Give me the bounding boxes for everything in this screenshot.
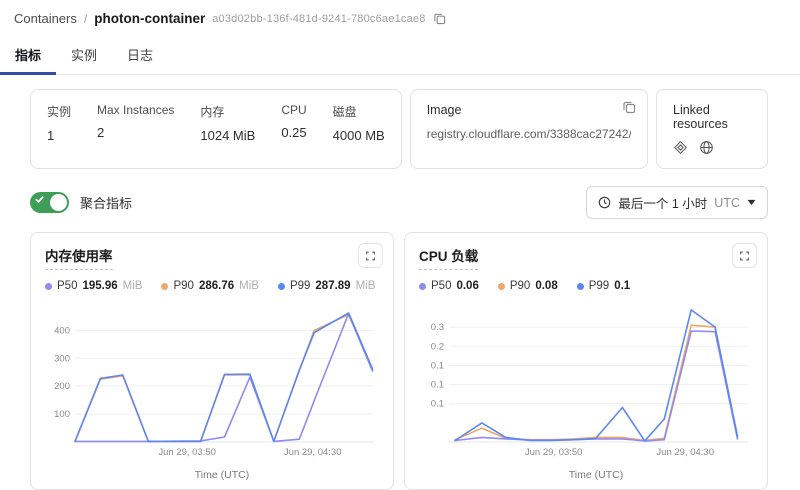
p99-dot-icon — [577, 283, 584, 290]
linked-resources-icons — [673, 140, 751, 155]
svg-text:100: 100 — [54, 409, 70, 420]
svg-text:0.3: 0.3 — [431, 322, 444, 333]
legend-item-p90[interactable]: P90 0.08 — [498, 280, 558, 292]
charts-row: 内存使用率 P50 195.96 MiB P90 286.76 MiB — [30, 232, 768, 490]
breadcrumb-container-name: photon-container — [94, 11, 205, 26]
cpu-chart-xaxis-title: Time (UTC) — [419, 469, 753, 481]
image-registry-url: registry.cloudflare.com/3388cac27242/f/9… — [427, 127, 631, 141]
chart-svg: 400 300 200 100 Jun 29, 03:50 Jun 29, 04:30 — [45, 296, 379, 468]
expand-memory-chart-button[interactable] — [358, 243, 383, 268]
cpu-load-chart-card: CPU 负载 P50 0.06 P90 0.08 — [404, 232, 768, 490]
svg-text:200: 200 — [54, 381, 70, 392]
legend-item-p99[interactable]: P99 287.89 MiB — [278, 280, 375, 292]
svg-text:0.1: 0.1 — [431, 399, 444, 410]
svg-text:Jun 29, 03:50: Jun 29, 03:50 — [158, 447, 216, 458]
tab-metrics[interactable]: 指标 — [0, 36, 56, 75]
copy-icon — [622, 100, 636, 114]
image-card: Image registry.cloudflare.com/3388cac272… — [410, 89, 648, 169]
p90-dot-icon — [498, 283, 505, 290]
memory-chart-legend: P50 195.96 MiB P90 286.76 MiB P99 287.89… — [45, 280, 379, 292]
legend-item-p90[interactable]: P90 286.76 MiB — [161, 280, 258, 292]
time-range-selector[interactable]: 最后一个 1 小时 UTC — [586, 186, 768, 219]
container-id: a03d02bb-136f-481d-9241-780c6ae1cae8 — [212, 13, 425, 25]
image-card-title: Image — [427, 103, 631, 117]
chevron-down-icon — [747, 199, 756, 206]
controls-row: 聚合指标 最后一个 1 小时 UTC — [30, 186, 768, 219]
stat-memory: 内存 1024 MiB — [200, 103, 255, 155]
p99-dot-icon — [278, 283, 285, 290]
p50-dot-icon — [45, 283, 52, 290]
legend-item-p50[interactable]: P50 195.96 MiB — [45, 280, 142, 292]
svg-text:400: 400 — [54, 325, 70, 336]
time-range-label: 最后一个 1 小时 — [618, 193, 707, 212]
svg-text:300: 300 — [54, 353, 70, 364]
cpu-chart-legend: P50 0.06 P90 0.08 P99 0.1 — [419, 280, 753, 292]
aggregate-metrics-toggle[interactable] — [30, 192, 69, 213]
stat-disk: 磁盘 4000 MB — [333, 103, 385, 155]
expand-icon — [739, 250, 750, 262]
cpu-chart-title: CPU 负载 — [419, 245, 478, 270]
linked-resources-title: Linked resources — [673, 103, 751, 131]
stat-max-instances: Max Instances 2 — [97, 103, 174, 155]
svg-text:0.1: 0.1 — [431, 360, 444, 371]
info-cards-row: 实例 1 Max Instances 2 内存 1024 MiB CPU 0.2… — [30, 89, 768, 169]
tab-logs[interactable]: 日志 — [112, 36, 168, 75]
container-stats-card: 实例 1 Max Instances 2 内存 1024 MiB CPU 0.2… — [30, 89, 402, 169]
p50-dot-icon — [419, 283, 426, 290]
legend-item-p50[interactable]: P50 0.06 — [419, 280, 479, 292]
chart-svg: 0.3 0.2 0.1 0.1 0.1 Jun 29, 03:50 Jun 29, 04:3… — [419, 296, 753, 468]
stat-cpu: CPU 0.25 — [281, 103, 306, 155]
aggregate-metrics-label: 聚合指标 — [80, 193, 132, 212]
stat-instances: 实例 1 — [47, 103, 71, 155]
memory-chart-plot: 400 300 200 100 Jun 29, 03:50 Jun 29, 04:30 — [45, 296, 379, 468]
svg-text:Jun 29, 04:30: Jun 29, 04:30 — [284, 447, 342, 458]
cpu-chart-plot: 0.3 0.2 0.1 0.1 0.1 Jun 29, 03:50 Jun 29, 04:3… — [419, 296, 753, 468]
time-zone-label: UTC — [714, 196, 740, 210]
svg-text:Jun 29, 04:30: Jun 29, 04:30 — [656, 447, 714, 458]
expand-cpu-chart-button[interactable] — [732, 243, 757, 268]
clock-icon — [598, 196, 611, 209]
copy-icon — [433, 12, 446, 25]
globe-icon[interactable] — [699, 140, 714, 155]
aggregate-toggle-group: 聚合指标 — [30, 192, 132, 213]
tab-instances[interactable]: 实例 — [56, 36, 112, 75]
memory-chart-xaxis-title: Time (UTC) — [45, 469, 379, 481]
copy-id-button[interactable] — [433, 12, 446, 25]
worker-resource-icon[interactable] — [673, 140, 688, 155]
p90-dot-icon — [161, 283, 168, 290]
toggle-knob — [50, 194, 67, 211]
check-icon — [35, 195, 44, 204]
breadcrumb-separator: / — [84, 12, 87, 26]
tab-bar: 指标 实例 日志 — [0, 36, 800, 75]
legend-item-p99[interactable]: P99 0.1 — [577, 280, 630, 292]
memory-chart-title: 内存使用率 — [45, 245, 113, 270]
svg-text:0.2: 0.2 — [431, 341, 444, 352]
svg-text:0.1: 0.1 — [431, 380, 444, 391]
memory-usage-chart-card: 内存使用率 P50 195.96 MiB P90 286.76 MiB — [30, 232, 394, 490]
svg-text:Jun 29, 03:50: Jun 29, 03:50 — [525, 447, 583, 458]
linked-resources-card: Linked resources — [656, 89, 768, 169]
breadcrumb-containers-link[interactable]: Containers — [14, 11, 77, 26]
copy-image-button[interactable] — [622, 100, 636, 114]
expand-icon — [365, 250, 376, 262]
breadcrumb: Containers / photon-container a03d02bb-1… — [0, 0, 800, 28]
